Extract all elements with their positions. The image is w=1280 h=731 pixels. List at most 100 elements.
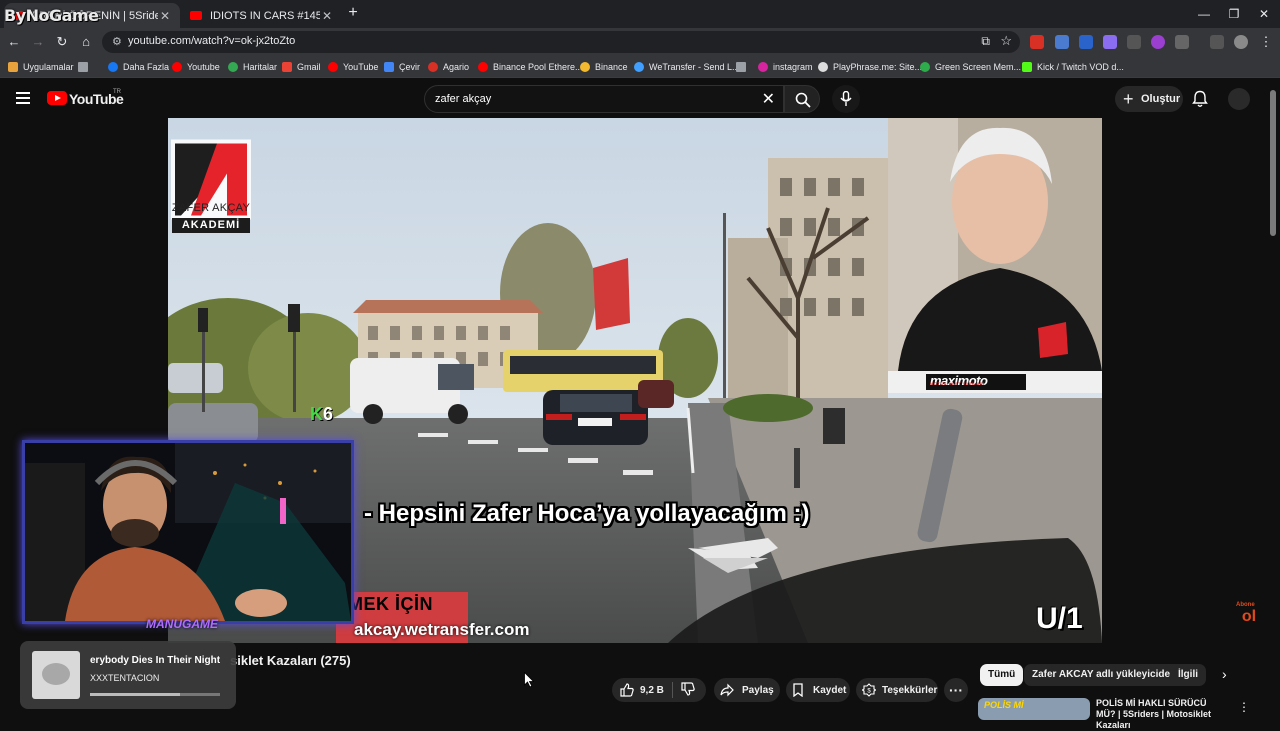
back-icon[interactable]: ←	[6, 34, 22, 50]
notifications-bell-icon[interactable]	[1192, 90, 1208, 108]
bookmark-playphrase[interactable]: PlayPhrase.me: Site...	[818, 60, 922, 74]
chip-all[interactable]: Tümü	[980, 664, 1024, 686]
tab-idiots-in-cars[interactable]: IDIOTS IN CARS #145 - YouTub ✕	[182, 3, 342, 28]
cast-icon[interactable]: ⧉	[981, 34, 990, 49]
stream-watermark: ByNoGame	[4, 6, 99, 25]
binance-icon	[580, 62, 590, 72]
share-icon	[720, 683, 734, 697]
bookmark-more-grid[interactable]	[78, 60, 93, 74]
extension-pen-icon[interactable]	[1103, 35, 1117, 49]
chip-from-uploader[interactable]: Zafer AKCAY adlı yükleyiciden	[1024, 664, 1185, 686]
youtube-logo-icon[interactable]	[47, 91, 67, 105]
chevron-right-icon[interactable]: ›	[1222, 666, 1227, 682]
youtube-masthead: YouTube TR zafer akçay ✕ + Oluştur	[0, 80, 1280, 118]
browser-tab-strip: ERENİ ÖĞRENİN | 5Sriders | Mo ✕ IDIOTS I…	[0, 0, 1280, 28]
bookmark-binance[interactable]: Binance	[580, 60, 628, 74]
brand-sub: AKADEMİ	[172, 218, 250, 233]
brand-name: ZAFER AKÇAY	[171, 202, 251, 214]
forward-icon[interactable]: →	[30, 34, 46, 50]
song-progress	[90, 693, 220, 696]
extension-profile-icon[interactable]	[1151, 35, 1165, 49]
recommended-more-icon[interactable]: ⋮	[1238, 700, 1250, 714]
minimize-icon[interactable]: —	[1196, 6, 1212, 22]
facebook-icon	[108, 62, 118, 72]
bookmark-star-icon[interactable]: ☆	[1000, 33, 1012, 49]
bookmark-binance-pool[interactable]: Binance Pool Ethere...	[478, 60, 583, 74]
account-avatar[interactable]	[1228, 88, 1250, 110]
video-title: siklet Kazaları (275)	[230, 653, 351, 668]
profile-avatar-icon[interactable]	[1234, 35, 1248, 49]
media-control-icon[interactable]	[1210, 35, 1224, 49]
now-playing-overlay: erybody Dies In Their Night XXXTENTACION	[20, 641, 236, 709]
bookmark-youtube[interactable]: Youtube	[172, 60, 220, 74]
restore-icon[interactable]: ❐	[1226, 6, 1242, 22]
extension-translate-icon[interactable]	[1055, 35, 1069, 49]
streamer-webcam-image	[25, 443, 351, 621]
bookmark-green-screen[interactable]: Green Screen Mem...	[920, 60, 1021, 74]
site-info-icon[interactable]: ⚙	[112, 36, 124, 48]
like-button[interactable]: 9,2 B	[620, 683, 664, 697]
bookmark-label: Daha Fazla	[123, 62, 170, 72]
close-tab-icon[interactable]: ✕	[158, 9, 172, 23]
more-actions-button[interactable]: ···	[944, 678, 968, 702]
plus-icon: +	[1123, 89, 1134, 109]
search-button[interactable]	[784, 85, 820, 113]
save-button[interactable]: Kaydet	[786, 678, 850, 702]
extensions-puzzle-icon[interactable]	[1175, 35, 1189, 49]
new-tab-button[interactable]: +	[345, 5, 361, 21]
menu-hamburger-icon[interactable]	[16, 92, 30, 104]
like-divider	[671, 682, 673, 698]
clear-search-icon[interactable]: ✕	[762, 89, 775, 109]
microphone-icon	[840, 91, 852, 106]
bookmark-label: Binance	[595, 62, 628, 72]
bookmark-agario[interactable]: Agario	[428, 60, 469, 74]
bookmark-menu[interactable]	[736, 60, 751, 74]
home-icon[interactable]: ⌂	[78, 34, 94, 50]
song-artist: XXXTENTACION	[90, 673, 160, 683]
extension-audio-icon[interactable]	[1079, 35, 1093, 49]
bookmark-gmail[interactable]: Gmail	[282, 60, 321, 74]
save-label: Kaydet	[813, 684, 847, 696]
search-input[interactable]: zafer akçay ✕	[424, 85, 784, 113]
close-window-icon[interactable]: ✕	[1256, 6, 1272, 22]
recommended-thumbnail[interactable]: POLİS Mİ	[978, 698, 1090, 720]
bookmark-label: WeTransfer - Send L...	[649, 62, 740, 72]
bookmark-haritalar[interactable]: Haritalar	[228, 60, 277, 74]
extension-new-icon[interactable]	[1030, 35, 1044, 49]
recommended-title[interactable]: POLİS Mİ HAKLI SÜRÜCÜ MÜ? | 5Sriders | M…	[1096, 698, 1228, 731]
share-button[interactable]: Paylaş	[714, 678, 780, 702]
search-query: zafer akçay	[435, 93, 492, 105]
bookmark-label: Gmail	[297, 62, 321, 72]
extension-grid-icon[interactable]	[1127, 35, 1141, 49]
close-tab-icon[interactable]: ✕	[320, 9, 334, 23]
gmail-icon	[282, 62, 292, 72]
apps-grid-icon	[8, 62, 18, 72]
bookmarks-bar: Uygulamalar Daha Fazla Youtube Haritalar…	[0, 56, 1280, 78]
bookmark-youtube-2[interactable]: YouTube	[328, 60, 378, 74]
chip-related[interactable]: İlgili	[1170, 664, 1206, 686]
bookmark-kick-twitch[interactable]: Kick / Twitch VOD d...	[1022, 60, 1124, 74]
bookmark-apps[interactable]: Uygulamalar	[8, 60, 74, 74]
bookmark-daha-fazla[interactable]: Daha Fazla	[108, 60, 169, 74]
bookmark-label: Çevir	[399, 62, 421, 72]
youtube-icon	[478, 62, 488, 72]
bookmark-label: Agario	[443, 62, 470, 72]
thanks-button[interactable]: $ Teşekkürler	[856, 678, 938, 702]
dislike-button[interactable]	[681, 681, 695, 699]
maps-pin-icon	[228, 62, 238, 72]
like-count: 9,2 B	[640, 684, 664, 696]
create-label: Oluştur	[1141, 93, 1181, 105]
bookmark-cevir[interactable]: Çevir	[384, 60, 420, 74]
share-label: Paylaş	[742, 684, 774, 696]
url-field[interactable]: ⚙ youtube.com/watch?v=ok-jx2toZto ⧉ ☆	[102, 31, 1020, 53]
browser-menu-icon[interactable]: ⋮	[1258, 34, 1274, 50]
bookmark-instagram[interactable]: instagram	[758, 60, 813, 74]
page-scrollbar[interactable]	[1270, 90, 1276, 236]
voice-search-button[interactable]	[832, 85, 860, 113]
youtube-icon	[328, 62, 338, 72]
bookmark-wetransfer[interactable]: WeTransfer - Send L...	[634, 60, 740, 74]
reload-icon[interactable]: ↻	[54, 34, 70, 50]
create-button[interactable]: + Oluştur	[1115, 86, 1183, 112]
subscribe-watermark: Abone ol	[1234, 602, 1264, 627]
song-progress-fill	[90, 693, 180, 696]
